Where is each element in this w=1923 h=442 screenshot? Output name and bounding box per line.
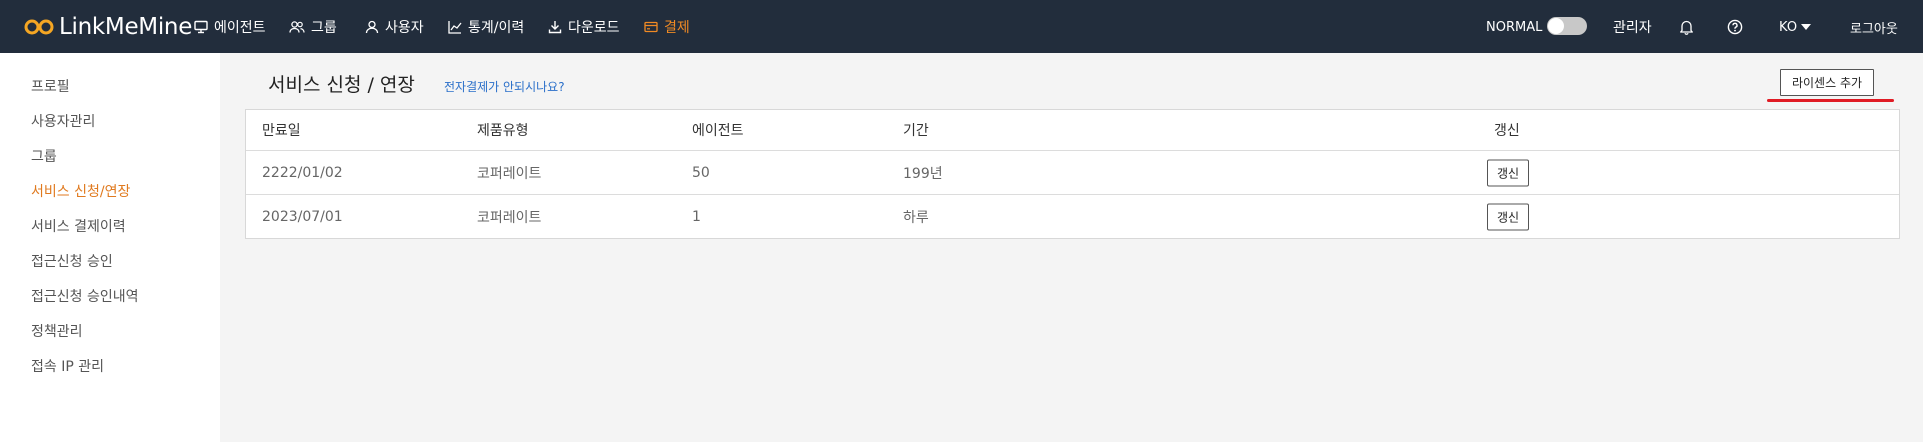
nav-item-download[interactable]: 다운로드 xyxy=(548,16,620,38)
sidebar-item-profile[interactable]: 프로필 xyxy=(31,76,70,96)
nav-item-payment[interactable]: 결제 xyxy=(644,16,690,38)
cell-product: 코퍼레이트 xyxy=(477,210,542,226)
scrollbar-track[interactable] xyxy=(1917,53,1923,442)
card-icon xyxy=(644,21,658,33)
renew-button[interactable]: 갱신 xyxy=(1487,203,1529,231)
monitor-icon xyxy=(194,20,208,34)
logout-link[interactable]: 로그아웃 xyxy=(1850,16,1898,38)
payment-help-link[interactable]: 전자결제가 안되시나요? xyxy=(444,78,565,95)
table-header-row: 만료일 제품유형 에이전트 기간 갱신 xyxy=(246,110,1899,151)
add-license-button[interactable]: 라이센스 추가 xyxy=(1780,69,1874,96)
toggle-knob xyxy=(1548,18,1564,34)
cell-expiry: 2023/07/01 xyxy=(262,209,343,225)
column-header-renew: 갱신 xyxy=(1494,123,1520,139)
cell-agents: 1 xyxy=(692,209,701,225)
mode-toggle[interactable] xyxy=(1547,17,1587,35)
caret-down-icon xyxy=(1801,24,1812,30)
logo[interactable]: LinkMeMine xyxy=(24,12,192,42)
nav-item-label: 통계/이력 xyxy=(468,20,525,36)
chart-icon xyxy=(448,21,462,34)
mode-indicator: NORMAL xyxy=(1486,16,1542,38)
sidebar-item-user-management[interactable]: 사용자관리 xyxy=(31,111,95,131)
highlight-underline xyxy=(1767,99,1894,102)
cell-product: 코퍼레이트 xyxy=(477,165,542,182)
logout-label: 로그아웃 xyxy=(1850,21,1898,37)
language-label: KO xyxy=(1779,19,1798,35)
nav-item-label: 결제 xyxy=(664,20,690,36)
sidebar-item-group[interactable]: 그룹 xyxy=(31,146,57,166)
table-row: 2023/07/01 코퍼레이트 1 하루 갱신 xyxy=(246,195,1899,239)
sidebar: 프로필 사용자관리 그룹 서비스 신청/연장 서비스 결제이력 접근신청 승인 … xyxy=(0,53,220,442)
nav-item-label: 에이전트 xyxy=(214,20,266,36)
page-title: 서비스 신청 / 연장 xyxy=(268,74,415,96)
table-row: 2222/01/02 코퍼레이트 50 199년 갱신 xyxy=(246,151,1899,195)
help-button[interactable] xyxy=(1727,16,1743,38)
admin-link[interactable]: 관리자 xyxy=(1613,16,1652,38)
infinity-logo-icon xyxy=(24,19,54,35)
nav-item-stats[interactable]: 통계/이력 xyxy=(448,16,524,38)
column-header-expiry: 만료일 xyxy=(262,123,301,139)
license-table: 만료일 제품유형 에이전트 기간 갱신 2222/01/02 코퍼레이트 50 … xyxy=(245,109,1900,239)
nav-item-label: 사용자 xyxy=(385,20,424,36)
nav-item-group[interactable]: 그룹 xyxy=(289,16,337,38)
sidebar-item-service-apply[interactable]: 서비스 신청/연장 xyxy=(31,181,130,201)
language-selector[interactable]: KO xyxy=(1779,16,1812,38)
sidebar-item-ip-management[interactable]: 접속 IP 관리 xyxy=(31,356,104,376)
sidebar-item-access-approval[interactable]: 접근신청 승인 xyxy=(31,251,113,271)
sidebar-item-policy[interactable]: 정책관리 xyxy=(31,321,83,341)
users-icon xyxy=(289,21,305,33)
cell-period: 199년 xyxy=(903,165,943,182)
cell-expiry: 2222/01/02 xyxy=(262,164,343,181)
app-name: LinkMeMine xyxy=(59,14,193,40)
notification-button[interactable] xyxy=(1679,16,1694,38)
top-navigation-bar: LinkMeMine 에이전트 그룹 사용자 통계/이력 다운로드 결제 NOR… xyxy=(0,0,1923,53)
mode-label: NORMAL xyxy=(1486,19,1543,35)
nav-item-label: 그룹 xyxy=(311,20,337,36)
column-header-period: 기간 xyxy=(903,123,929,139)
main-content: 서비스 신청 / 연장 전자결제가 안되시나요? 라이센스 추가 만료일 제품유… xyxy=(220,53,1923,442)
user-icon xyxy=(365,20,379,34)
column-header-product: 제품유형 xyxy=(477,123,529,139)
bell-icon xyxy=(1680,20,1693,35)
nav-item-user[interactable]: 사용자 xyxy=(365,16,424,38)
sidebar-item-payment-history[interactable]: 서비스 결제이력 xyxy=(31,216,126,236)
nav-item-label: 다운로드 xyxy=(568,20,620,36)
renew-button[interactable]: 갱신 xyxy=(1487,159,1529,186)
column-header-agents: 에이전트 xyxy=(692,123,744,139)
download-icon xyxy=(548,21,562,34)
sidebar-item-access-history[interactable]: 접근신청 승인내역 xyxy=(31,286,139,306)
cell-period: 하루 xyxy=(903,210,929,226)
nav-item-agent[interactable]: 에이전트 xyxy=(194,16,266,38)
question-circle-icon xyxy=(1727,19,1743,35)
cell-agents: 50 xyxy=(692,164,710,181)
admin-label: 관리자 xyxy=(1613,20,1652,36)
